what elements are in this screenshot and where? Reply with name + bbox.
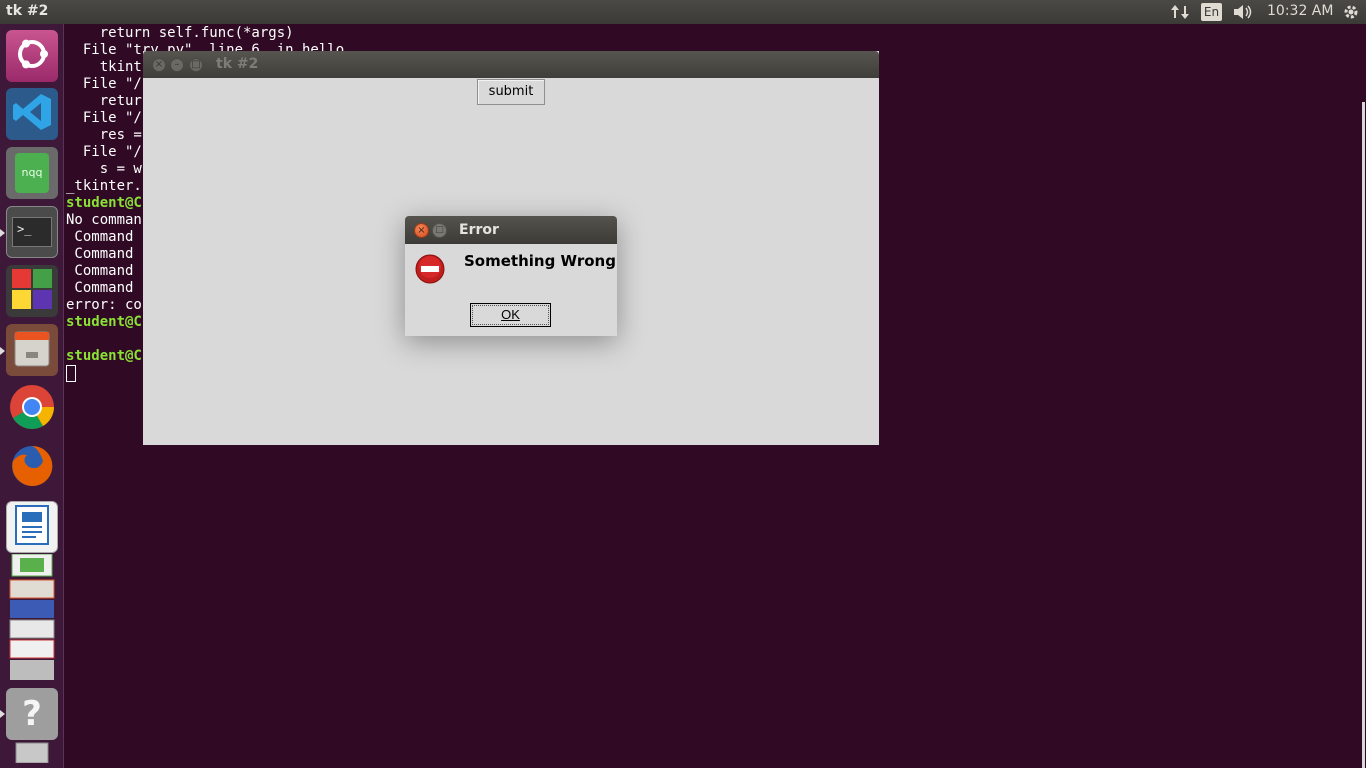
- tk-window-title: tk #2: [216, 56, 259, 72]
- terminal-scrollbar[interactable]: [1362, 102, 1365, 768]
- writer-icon: [14, 504, 50, 550]
- launcher-dash[interactable]: [6, 30, 58, 82]
- launcher-trash[interactable]: [6, 740, 58, 766]
- dialog-maximize-icon[interactable]: □: [432, 223, 447, 238]
- ok-button-label: OK: [501, 307, 520, 322]
- gear-icon[interactable]: [1342, 3, 1360, 21]
- ok-button[interactable]: OK: [470, 303, 551, 327]
- launcher-vscode[interactable]: [6, 88, 58, 140]
- notepadqq-icon: nqq: [15, 153, 49, 193]
- help-icon: ?: [22, 694, 42, 734]
- active-app-title: tk #2: [6, 3, 49, 19]
- tk-minimize-icon[interactable]: –: [170, 58, 184, 72]
- tk-maximize-icon[interactable]: □: [189, 58, 203, 72]
- volume-icon[interactable]: [1232, 3, 1254, 21]
- top-panel: tk #2 En 10:32 AM: [0, 0, 1366, 24]
- stacked-apps-icon: [6, 553, 58, 688]
- launcher-firefox[interactable]: [6, 442, 58, 494]
- keyboard-layout-indicator[interactable]: En: [1201, 3, 1222, 21]
- error-dialog: × □ Error Something Wrong OK: [405, 216, 617, 336]
- dialog-close-icon[interactable]: ×: [414, 223, 429, 238]
- launcher-files[interactable]: [6, 324, 58, 376]
- submit-button[interactable]: submit: [477, 79, 545, 105]
- ubuntu-logo-icon: [14, 36, 50, 76]
- terminal-icon: >_: [12, 217, 52, 247]
- chrome-icon: [9, 384, 55, 434]
- app-grid-icon: [10, 267, 54, 315]
- network-updown-icon[interactable]: [1170, 3, 1190, 21]
- file-cabinet-icon: [12, 328, 52, 372]
- firefox-icon: [9, 443, 55, 493]
- tk-titlebar[interactable]: × – □ tk #2: [143, 51, 879, 78]
- launcher-terminal[interactable]: >_: [6, 206, 58, 258]
- launcher-stacked-apps[interactable]: [6, 553, 58, 688]
- launcher-chrome[interactable]: [6, 383, 58, 435]
- terminal-cursor: [66, 365, 76, 382]
- error-dialog-title: Error: [459, 222, 499, 238]
- error-dialog-titlebar[interactable]: × □ Error: [405, 216, 617, 244]
- terminal-line: return self.func(*args): [66, 25, 294, 41]
- error-message: Something Wrong: [464, 252, 616, 270]
- launcher-app-grid[interactable]: [6, 265, 58, 317]
- trash-icon: [12, 739, 52, 767]
- launcher: nqq >_ ?: [0, 24, 64, 768]
- vscode-icon: [11, 91, 53, 137]
- launcher-help[interactable]: ?: [6, 688, 58, 740]
- error-stop-icon: [415, 254, 445, 284]
- launcher-nqq[interactable]: nqq: [6, 147, 58, 199]
- clock[interactable]: 10:32 AM: [1267, 3, 1333, 19]
- tk-close-icon[interactable]: ×: [152, 58, 166, 72]
- launcher-writer[interactable]: [6, 501, 58, 553]
